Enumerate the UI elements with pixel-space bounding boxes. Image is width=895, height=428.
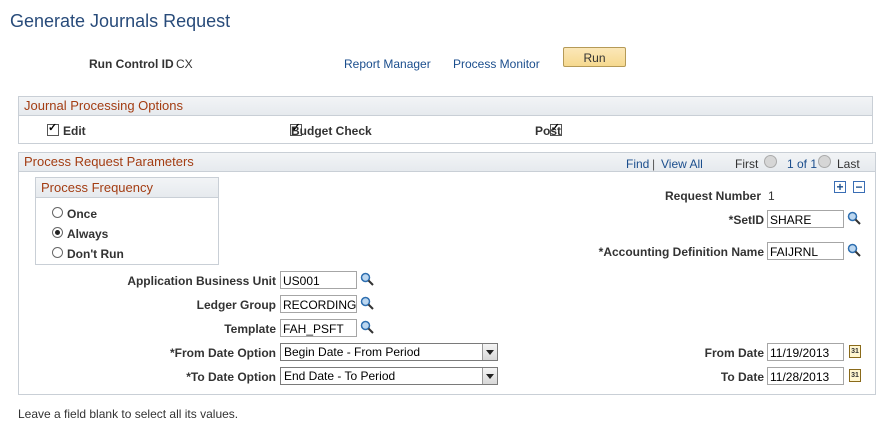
acct-def-lookup-icon[interactable]	[847, 243, 861, 257]
find-link[interactable]: Find	[626, 157, 649, 171]
budget-check-label: Budget Check	[291, 124, 372, 138]
setid-lookup-icon[interactable]	[847, 211, 861, 225]
from-date-option-value: Begin Date - From Period	[284, 345, 421, 359]
post-label: Post	[535, 124, 562, 138]
setid-label: *SetID	[728, 213, 764, 227]
journal-options-heading: Journal Processing Options	[19, 97, 872, 116]
from-date-option-select[interactable]: Begin Date - From Period	[280, 343, 498, 361]
process-frequency-heading: Process Frequency	[36, 178, 218, 198]
from-date-option-label: *From Date Option	[169, 346, 276, 360]
request-number-value: 1	[768, 189, 775, 203]
freq-always-radio[interactable]	[52, 227, 63, 238]
to-date-option-value: End Date - To Period	[284, 369, 396, 383]
abu-lookup-icon[interactable]	[360, 272, 374, 286]
footer-note: Leave a field blank to select all its va…	[18, 407, 239, 421]
remove-row-button[interactable]: −	[853, 181, 865, 193]
request-number-label: Request Number	[665, 189, 762, 203]
next-icon[interactable]	[818, 155, 831, 168]
run-button[interactable]: Run	[563, 47, 626, 67]
ledger-group-label: Ledger Group	[196, 298, 276, 312]
process-monitor-link[interactable]: Process Monitor	[453, 57, 540, 71]
to-date-label: To Date	[720, 370, 764, 384]
report-manager-link[interactable]: Report Manager	[344, 57, 431, 71]
page-title: Generate Journals Request	[10, 11, 231, 31]
freq-once-radio[interactable]	[52, 207, 63, 218]
ledger-group-input[interactable]: RECORDING	[280, 295, 357, 313]
from-date-label: From Date	[704, 346, 764, 360]
edit-label: Edit	[63, 124, 86, 138]
find-separator: |	[652, 157, 656, 171]
journal-options-group: Journal Processing Options	[18, 96, 873, 144]
template-label: Template	[224, 322, 276, 336]
chevron-down-icon[interactable]	[482, 368, 497, 384]
view-all-link[interactable]: View All	[661, 157, 703, 171]
run-control-label: Run Control ID	[89, 57, 174, 71]
from-date-calendar-icon[interactable]: 31	[849, 345, 861, 358]
freq-dont-run-label: Don't Run	[67, 247, 124, 261]
first-label[interactable]: First	[735, 157, 758, 171]
freq-dont-run-radio[interactable]	[52, 247, 63, 258]
run-control-value: CX	[176, 57, 193, 71]
abu-input[interactable]: US001	[280, 271, 357, 289]
setid-input[interactable]: SHARE	[767, 210, 844, 228]
last-label[interactable]: Last	[837, 157, 860, 171]
add-row-button[interactable]: +	[834, 181, 846, 193]
acct-def-input[interactable]: FAIJRNL	[767, 242, 844, 260]
edit-checkbox[interactable]	[47, 121, 59, 136]
to-date-option-select[interactable]: End Date - To Period	[280, 367, 498, 385]
to-date-option-label: *To Date Option	[186, 370, 276, 384]
abu-label: Application Business Unit	[127, 274, 276, 288]
template-input[interactable]: FAH_PSFT	[280, 319, 357, 337]
previous-icon[interactable]	[764, 155, 777, 168]
freq-always-label: Always	[67, 227, 109, 241]
ledger-group-lookup-icon[interactable]	[360, 296, 374, 310]
acct-def-label: *Accounting Definition Name	[598, 245, 764, 259]
template-lookup-icon[interactable]	[360, 320, 374, 334]
to-date-calendar-icon[interactable]: 31	[849, 369, 861, 382]
to-date-input[interactable]: 11/28/2013	[767, 367, 844, 385]
from-date-input[interactable]: 11/19/2013	[767, 343, 844, 361]
page-info: 1 of 1	[787, 157, 818, 171]
chevron-down-icon[interactable]	[482, 344, 497, 360]
freq-once-label: Once	[67, 207, 98, 221]
